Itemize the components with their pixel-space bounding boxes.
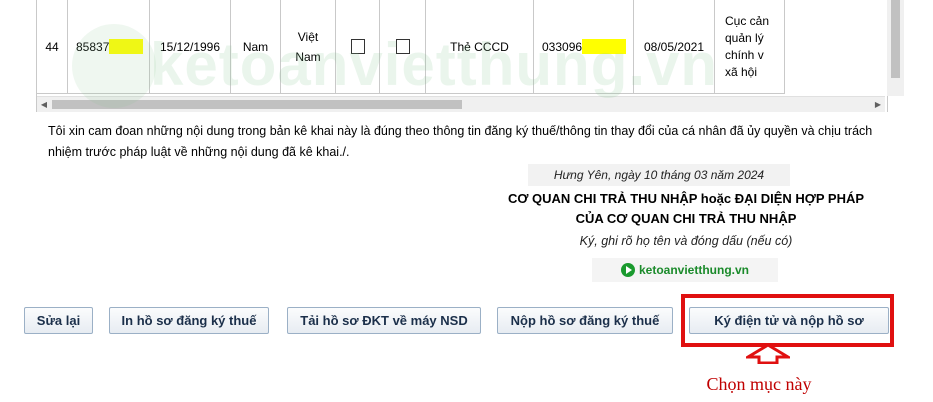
tax-code-value: 85837 xyxy=(76,39,110,54)
birth-date-cell: 15/12/1996 xyxy=(150,0,231,94)
gender-value: Nam xyxy=(242,39,269,54)
submit-registration-button[interactable]: Nộp hồ sơ đăng ký thuế xyxy=(497,307,673,334)
scroll-thumb[interactable] xyxy=(52,100,462,109)
checkbox-2[interactable] xyxy=(395,39,410,54)
doc-number-value: 033096 xyxy=(542,39,583,54)
brand-text: ketoanvietthung.vn xyxy=(638,263,749,277)
doc-number-cell: 033096 xyxy=(534,0,634,94)
checkbox-cell-1[interactable] xyxy=(336,0,380,94)
print-registration-button[interactable]: In hồ sơ đăng ký thuế xyxy=(109,307,269,334)
annotation-text: Chọn mục này xyxy=(706,374,812,394)
arrow-up-icon xyxy=(746,344,790,364)
doc-type-value: Thẻ CCCD xyxy=(450,39,509,54)
brand-logo-badge: ketoanvietthung.vn xyxy=(592,258,778,282)
signature-place-date: Hưng Yên, ngày 10 tháng 03 năm 2024 xyxy=(528,164,790,186)
redaction-mark xyxy=(109,39,144,54)
issued-by-value: Cục cản quản lý chính v xã hội xyxy=(725,13,770,79)
doc-type-cell: Thẻ CCCD xyxy=(426,0,534,94)
signature-title-line1: CƠ QUAN CHI TRẢ THU NHẬP hoặc ĐẠI DIỆN H… xyxy=(507,191,865,206)
nationality-value: Việt Nam xyxy=(295,29,321,64)
sign-and-submit-button[interactable]: Ký điện tử và nộp hồ sơ xyxy=(689,307,889,334)
vertical-scroll-thumb[interactable] xyxy=(891,0,900,78)
nationality-cell: Việt Nam xyxy=(281,0,336,94)
birth-date-value: 15/12/1996 xyxy=(159,39,221,54)
scroll-right-icon[interactable]: ▶ xyxy=(871,97,885,112)
edit-button[interactable]: Sửa lại xyxy=(24,307,93,334)
issued-by-cell: Cục cản quản lý chính v xã hội xyxy=(715,0,785,94)
table-row: 44 85837 15/12/1996 Nam Việt Nam Thẻ CCC… xyxy=(37,0,887,94)
signature-title-line2: CỦA CƠ QUAN CHI TRẢ THU NHẬP xyxy=(575,211,797,226)
redaction-mark xyxy=(582,39,627,54)
issue-date-value: 08/05/2021 xyxy=(643,39,705,54)
scroll-left-icon[interactable]: ◀ xyxy=(37,97,51,112)
download-registration-button[interactable]: Tải hồ sơ ĐKT về máy NSD xyxy=(287,307,481,334)
issue-date-cell: 08/05/2021 xyxy=(634,0,715,94)
stt-cell: 44 xyxy=(37,0,68,94)
declaration-text: Tôi xin cam đoan những nội dung trong bả… xyxy=(48,124,873,159)
checkbox-1[interactable] xyxy=(350,39,365,54)
vertical-scrollbar[interactable] xyxy=(887,0,904,96)
checkbox-cell-2[interactable] xyxy=(380,0,426,94)
signature-note: Ký, ghi rõ họ tên và đóng dấu (nếu có) xyxy=(579,234,793,248)
stt-value: 44 xyxy=(45,39,59,54)
gender-cell: Nam xyxy=(231,0,281,94)
play-icon xyxy=(620,263,635,277)
tax-code-cell: 85837 xyxy=(68,0,150,94)
taxpayer-table: 44 85837 15/12/1996 Nam Việt Nam Thẻ CCC… xyxy=(36,0,888,112)
horizontal-scrollbar[interactable]: ◀ ▶ xyxy=(37,96,885,112)
